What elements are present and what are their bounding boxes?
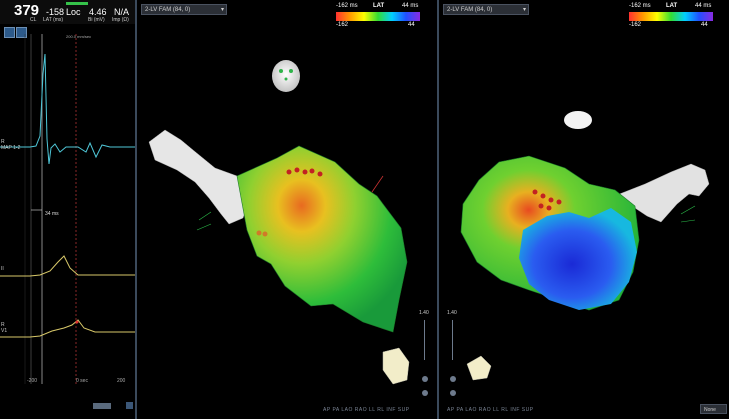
- ablation-tag: [532, 189, 538, 195]
- dropdown-value: None: [704, 407, 716, 413]
- ablation-tag: [546, 205, 552, 211]
- egm-panel: 379 CL -158 LAT (ms) Loc 4.46 Bi (mV) N/…: [0, 0, 137, 419]
- mini-heart-icon: [466, 355, 492, 381]
- ablation-tag: [286, 169, 292, 175]
- ablation-tag: [256, 230, 262, 236]
- zoom-slider-2[interactable]: [452, 320, 459, 360]
- interval-label: 34 ms: [45, 211, 59, 217]
- lat-annotation-dot: [75, 320, 79, 324]
- catheter-model: [148, 129, 250, 225]
- lat-value: -158: [46, 7, 65, 17]
- map-canvas-1[interactable]: [137, 0, 437, 419]
- egm-scroll-handle[interactable]: [93, 403, 111, 409]
- axis-line: [680, 205, 696, 215]
- reset-view-button-2[interactable]: [450, 390, 456, 396]
- zoom-slider-1[interactable]: [424, 320, 431, 360]
- ablation-tag: [548, 197, 554, 203]
- ablation-tag: [556, 199, 562, 205]
- tag-filter-dropdown[interactable]: None: [700, 404, 727, 414]
- tick-label-left: -200: [27, 378, 38, 384]
- egm-traces: [0, 34, 135, 384]
- bipolar-value: 4.46: [89, 7, 107, 17]
- lead-ii-trace: [0, 255, 135, 277]
- ablation-tag: [540, 193, 546, 199]
- zoom-value-1: 1.40: [419, 310, 429, 316]
- view-presets-1[interactable]: AP PA LAO RAO LL RL INF SUP: [323, 407, 410, 413]
- trace-label-map: R MAP 1-2: [1, 139, 21, 151]
- tick-label-right: 200: [117, 378, 126, 384]
- ablation-tag: [309, 168, 315, 174]
- ablation-tag: [294, 167, 300, 173]
- view-presets-2[interactable]: AP PA LAO RAO LL RL INF SUP: [447, 407, 534, 413]
- orientation-head-icon: [564, 111, 592, 129]
- location-value: Loc: [66, 7, 81, 17]
- carto-window: 379 CL -158 LAT (ms) Loc 4.46 Bi (mV) N/…: [0, 0, 729, 419]
- catheter-tip-line: [371, 175, 384, 193]
- mini-heart-icon: [382, 347, 410, 385]
- egm-header: 379 CL -158 LAT (ms) Loc 4.46 Bi (mV) N/…: [0, 0, 135, 24]
- rotate-button-1[interactable]: [422, 376, 428, 382]
- tick-label-center: 0 sec: [76, 378, 88, 384]
- bipolar-label: Bi (mV): [88, 17, 105, 23]
- map-panel-1: 2-LV FAM (84, 0) ▾ -162 ms LAT 44 ms -16…: [137, 0, 439, 419]
- map-canvas-2[interactable]: [439, 0, 729, 419]
- axis-line: [680, 219, 696, 223]
- trace-label-ii: II: [1, 266, 4, 272]
- rotate-button-2[interactable]: [450, 376, 456, 382]
- ablation-tag: [538, 203, 544, 209]
- ablation-tag: [262, 231, 268, 237]
- map-panel-2: 2-LV FAM (84, 0) ▾ -162 ms LAT 44 ms -16…: [439, 0, 729, 419]
- ablation-tag: [302, 169, 308, 175]
- axis-line: [198, 211, 212, 221]
- location-status-bar: [66, 2, 88, 5]
- lat-label: LAT (ms): [43, 17, 64, 23]
- reset-view-button-1[interactable]: [422, 390, 428, 396]
- zoom-value-2: 1.40: [447, 310, 457, 316]
- trace-label-v1: R V1: [1, 322, 8, 334]
- orientation-head-icon: [272, 60, 300, 92]
- lead-v1-trace: [0, 319, 135, 338]
- ablation-tag: [317, 171, 323, 177]
- axis-line: [196, 223, 212, 231]
- egm-corner-button[interactable]: [126, 402, 133, 409]
- cycle-length-label: CL: [30, 17, 37, 23]
- impedance-value: N/A: [114, 7, 130, 17]
- impedance-label: Imp (Ω): [112, 17, 129, 23]
